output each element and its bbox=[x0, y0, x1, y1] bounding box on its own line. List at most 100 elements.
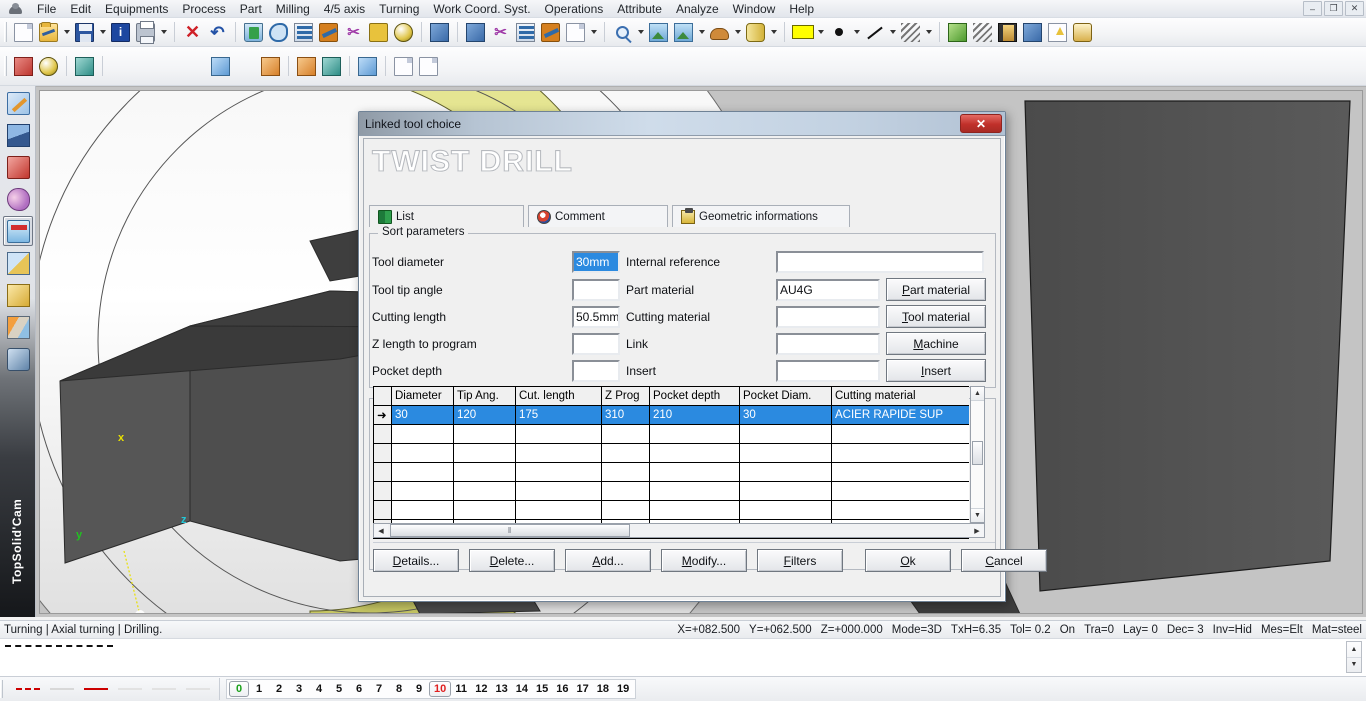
layer-button-1[interactable]: 1 bbox=[249, 681, 269, 697]
dialog-title-bar[interactable]: Linked tool choice ✕ bbox=[359, 112, 1005, 136]
table-vertical-scrollbar[interactable]: ▲ ▼ bbox=[970, 386, 985, 523]
minimize-button[interactable]: – bbox=[1303, 1, 1322, 16]
menu-item-process[interactable]: Process bbox=[175, 0, 232, 18]
menu-item-milling[interactable]: Milling bbox=[269, 0, 317, 18]
sidebar-item-machining[interactable] bbox=[3, 216, 33, 246]
tab-list[interactable]: List bbox=[369, 205, 524, 227]
table-header-diameter[interactable]: Diameter bbox=[391, 386, 454, 406]
table-header-pocket-depth[interactable]: Pocket depth bbox=[649, 386, 740, 406]
document-info-icon[interactable] bbox=[108, 20, 133, 44]
color-swatch-yellow-dropdown[interactable] bbox=[815, 20, 826, 44]
post-process-icon[interactable] bbox=[1070, 20, 1095, 44]
vertical-scroll-track[interactable] bbox=[971, 401, 984, 508]
layer-button-4[interactable]: 4 bbox=[309, 681, 329, 697]
insert-button[interactable]: Insert bbox=[886, 359, 986, 382]
details-button[interactable]: Details... bbox=[373, 549, 459, 572]
line-style-light-1[interactable] bbox=[114, 680, 146, 698]
layer-button-8[interactable]: 8 bbox=[389, 681, 409, 697]
menu-item-work-coord-syst[interactable]: Work Coord. Syst. bbox=[426, 0, 537, 18]
zoom-icon[interactable] bbox=[610, 20, 635, 44]
table-cell[interactable] bbox=[453, 424, 516, 444]
hatch-style-icon[interactable] bbox=[898, 20, 923, 44]
table-cell[interactable] bbox=[739, 462, 832, 482]
nc-code-icon[interactable] bbox=[391, 54, 416, 78]
table-cell[interactable] bbox=[601, 481, 650, 501]
new-document-icon[interactable] bbox=[11, 20, 36, 44]
table-cell[interactable] bbox=[391, 481, 454, 501]
sphere-machining-icon[interactable] bbox=[208, 54, 233, 78]
print-icon[interactable] bbox=[133, 20, 158, 44]
sidebar-item-simulation[interactable] bbox=[3, 344, 33, 374]
shading-icon[interactable] bbox=[707, 20, 732, 44]
recycle-bin-icon[interactable] bbox=[241, 20, 266, 44]
nc-report-icon[interactable] bbox=[416, 54, 441, 78]
toolbar-grip-2[interactable] bbox=[4, 56, 7, 76]
table-icon[interactable] bbox=[563, 20, 588, 44]
menu-item-file[interactable]: File bbox=[30, 0, 63, 18]
table-cell[interactable] bbox=[391, 500, 454, 520]
table-row[interactable]: ➜ 30 120 175 310 210 30 ACIER RAPIDE SUP bbox=[373, 405, 969, 425]
hatch-style-dropdown[interactable] bbox=[923, 20, 934, 44]
menu-item-equipments[interactable]: Equipments bbox=[98, 0, 175, 18]
menu-item-help[interactable]: Help bbox=[782, 0, 821, 18]
sort-param-input-3[interactable] bbox=[572, 332, 620, 355]
sort-param-input-2[interactable]: 50.5mm bbox=[572, 305, 620, 328]
menu-item-part[interactable]: Part bbox=[233, 0, 269, 18]
menu-item-operations[interactable]: Operations bbox=[538, 0, 611, 18]
table-row[interactable] bbox=[373, 424, 969, 444]
stock-icon[interactable] bbox=[970, 20, 995, 44]
table-header-z-prog[interactable]: Z Prog bbox=[601, 386, 650, 406]
sidebar-item-tooling[interactable] bbox=[3, 248, 33, 278]
line-style-solid-red[interactable] bbox=[80, 680, 112, 698]
table-cell[interactable]: 30 bbox=[739, 405, 832, 425]
table-horizontal-scrollbar[interactable]: ◀ ‖ ▶ bbox=[373, 523, 985, 538]
table-cell[interactable] bbox=[453, 481, 516, 501]
table-header-cut-length[interactable]: Cut. length bbox=[515, 386, 602, 406]
drill-hole-icon[interactable] bbox=[133, 54, 158, 78]
horizontal-scroll-track[interactable]: ‖ bbox=[388, 524, 970, 537]
horizontal-scroll-thumb[interactable]: ‖ bbox=[390, 524, 630, 537]
sorted-list-table[interactable]: Diameter Tip Ang. Cut. length Z Prog Pocket … bbox=[373, 386, 969, 539]
scroll-left-button[interactable]: ◀ bbox=[374, 524, 388, 537]
part-sphere-icon[interactable] bbox=[72, 54, 97, 78]
menu-item-analyze[interactable]: Analyze bbox=[669, 0, 726, 18]
table-cell[interactable] bbox=[739, 443, 832, 463]
film-strip-icon[interactable] bbox=[995, 20, 1020, 44]
operation-tree-icon[interactable] bbox=[945, 20, 970, 44]
sidebar-item-documents[interactable] bbox=[3, 312, 33, 342]
table-cell[interactable] bbox=[515, 462, 602, 482]
sort-param-right-input-0[interactable] bbox=[776, 251, 984, 273]
layer-button-16[interactable]: 16 bbox=[552, 681, 572, 697]
sort-param-input-0[interactable]: 30mm bbox=[572, 251, 620, 273]
turning-op-icon[interactable] bbox=[427, 20, 452, 44]
shading-dropdown[interactable] bbox=[732, 20, 743, 44]
line-style-icon[interactable] bbox=[862, 20, 887, 44]
probe-icon[interactable] bbox=[538, 20, 563, 44]
table-cell[interactable] bbox=[391, 424, 454, 444]
face-mill-icon[interactable] bbox=[158, 54, 183, 78]
view-capture-dropdown[interactable] bbox=[696, 20, 707, 44]
part-material-button[interactable]: Part material bbox=[886, 278, 986, 301]
table-cell[interactable]: 120 bbox=[453, 405, 516, 425]
layer-button-9[interactable]: 9 bbox=[409, 681, 429, 697]
fit-view-icon[interactable] bbox=[646, 20, 671, 44]
table-row[interactable] bbox=[373, 481, 969, 501]
table-cell[interactable] bbox=[391, 443, 454, 463]
table-cell[interactable] bbox=[649, 481, 740, 501]
table-cell[interactable] bbox=[739, 481, 832, 501]
tool-list-icon[interactable] bbox=[513, 20, 538, 44]
scroll-down-button[interactable]: ▼ bbox=[971, 508, 984, 522]
layer-button-7[interactable]: 7 bbox=[369, 681, 389, 697]
table-cell[interactable] bbox=[649, 462, 740, 482]
table-cell[interactable] bbox=[391, 462, 454, 482]
table-header-tip-ang[interactable]: Tip Ang. bbox=[453, 386, 516, 406]
menu-item-window[interactable]: Window bbox=[726, 0, 783, 18]
lasso-select-icon[interactable] bbox=[266, 20, 291, 44]
cylinder-view-icon[interactable] bbox=[743, 20, 768, 44]
table-cell[interactable] bbox=[649, 424, 740, 444]
linked-tool-choice-dialog[interactable]: Linked tool choice ✕ TWIST DRILL List Co… bbox=[358, 111, 1047, 602]
turning-op2-icon[interactable] bbox=[463, 20, 488, 44]
layer-button-6[interactable]: 6 bbox=[349, 681, 369, 697]
table-row[interactable] bbox=[373, 462, 969, 482]
cancel-button[interactable]: Cancel bbox=[961, 549, 1047, 572]
